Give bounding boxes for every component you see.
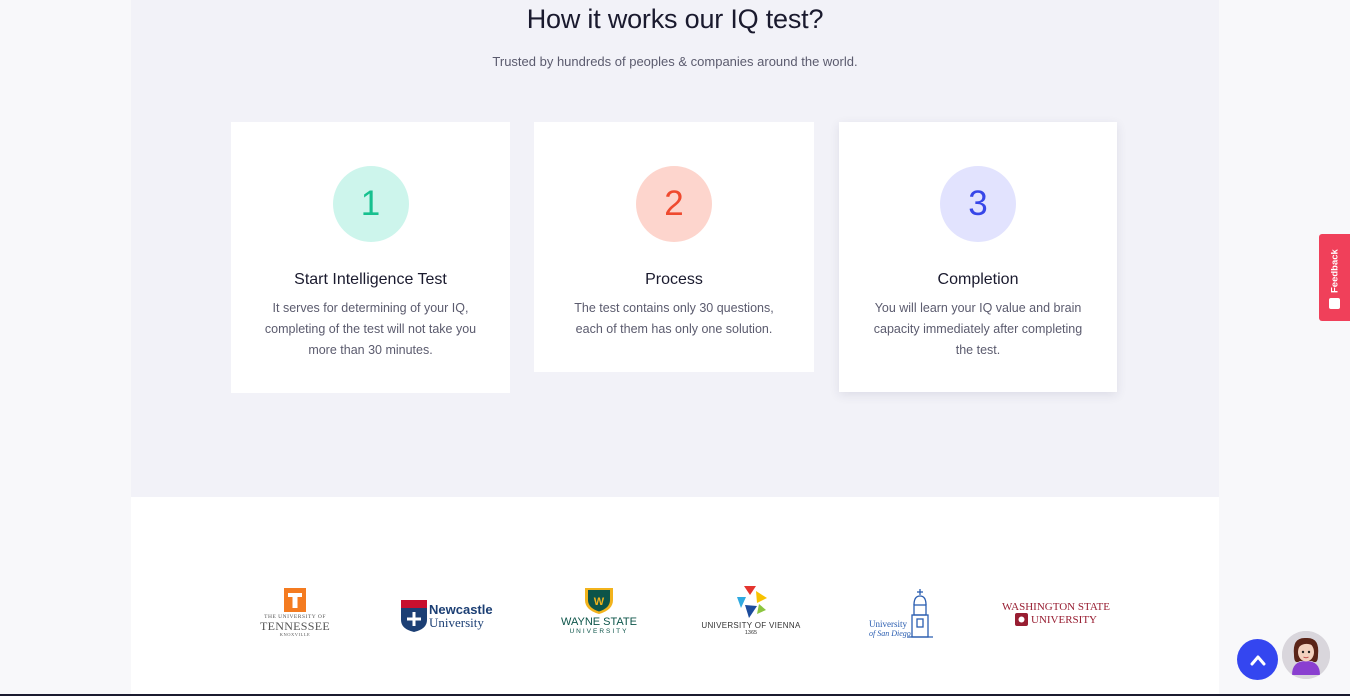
- feedback-label[interactable]: Feedback: [1321, 246, 1349, 296]
- avatar[interactable]: [1282, 631, 1330, 679]
- step-description: It serves for determining of your IQ, co…: [264, 301, 477, 357]
- logo-text-line: University: [869, 619, 907, 629]
- logo-text-line: UNIVERSITY: [569, 628, 629, 635]
- newcastle-university-logo: Newcastle University: [401, 600, 495, 632]
- section-subtitle: Trusted by hundreds of peoples & compani…: [492, 54, 858, 69]
- logo-text-line: of San Diego: [869, 629, 911, 638]
- washington-state-university-logo: WASHINGTON STATE UNIVERSITY: [1001, 601, 1111, 626]
- vienna-shapes-icon: [737, 586, 767, 618]
- page-margin-right: [1219, 0, 1350, 696]
- step-number-circle: 3: [940, 166, 1016, 242]
- logo-text-line: UNIVERSITY: [1031, 613, 1097, 626]
- logo-text-line: WASHINGTON STATE: [1002, 601, 1110, 613]
- tennessee-t-icon: [284, 588, 306, 612]
- step-card-3: 3 Completion You will learn your IQ valu…: [839, 122, 1117, 392]
- university-of-san-diego-logo: University of San Diego: [869, 589, 937, 639]
- university-logos-section: THE UNIVERSITY OF TENNESSEE KNOXVILLE Ne…: [131, 497, 1219, 696]
- step-card-1: 1 Start Intelligence Test It serves for …: [231, 122, 510, 393]
- logo-text-line: KNOXVILLE: [279, 632, 311, 637]
- step-number-circle: 2: [636, 166, 712, 242]
- step-description: The test contains only 30 questions, eac…: [574, 301, 774, 336]
- step-title: Start Intelligence Test: [294, 271, 447, 288]
- wayne-state-shield-icon: W: [585, 588, 613, 614]
- step-title: Completion: [937, 271, 1019, 288]
- logo-text-line: University: [429, 615, 484, 630]
- wsu-cougar-icon: [1015, 613, 1028, 626]
- newcastle-crest-icon: [401, 600, 427, 632]
- logo-text-line: UNIVERSITY OF VIENNA: [701, 621, 801, 630]
- scroll-to-top-button[interactable]: [1237, 639, 1278, 680]
- step-title: Process: [645, 271, 703, 288]
- page-margin-left: [0, 0, 131, 696]
- university-of-tennessee-logo: THE UNIVERSITY OF TENNESSEE KNOXVILLE: [255, 588, 335, 637]
- wayne-state-university-logo: W WAYNE STATE UNIVERSITY: [555, 588, 643, 636]
- logo-text-line: TENNESSEE: [259, 619, 331, 633]
- feedback-tab[interactable]: Feedback: [1319, 234, 1350, 321]
- san-diego-tower-icon: [906, 589, 933, 638]
- step-number-circle: 1: [332, 166, 409, 242]
- logo-text-line: WAYNE STATE: [561, 616, 637, 628]
- logo-text-line: 1365: [744, 630, 758, 636]
- how-it-works-section: How it works our IQ test? Trusted by hun…: [131, 0, 1219, 497]
- section-title: How it works our IQ test?: [526, 4, 824, 34]
- feedback-icon: [1329, 298, 1340, 309]
- step-description: You will learn your IQ value and brain c…: [873, 301, 1083, 357]
- university-of-vienna-logo: UNIVERSITY OF VIENNA 1365: [697, 586, 805, 636]
- avatar-image: [1282, 631, 1330, 679]
- step-card-2: 2 Process The test contains only 30 ques…: [534, 122, 814, 372]
- chevron-up-icon: [1250, 655, 1265, 665]
- svg-text:W: W: [594, 596, 605, 608]
